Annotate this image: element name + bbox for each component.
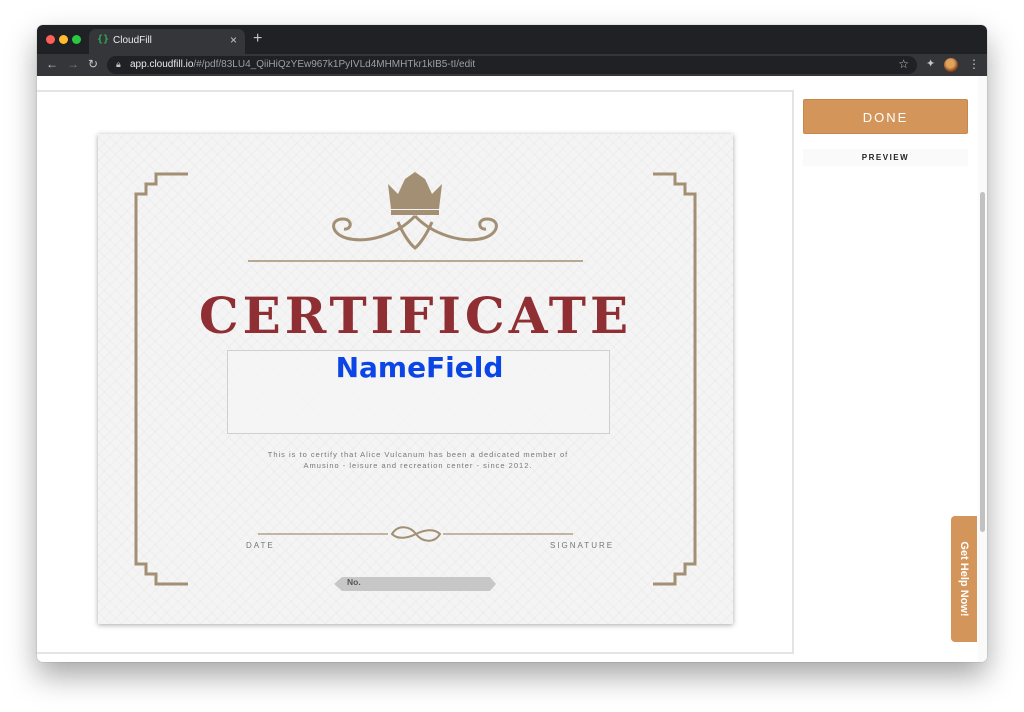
close-window-button[interactable] bbox=[46, 35, 55, 44]
page-content: CERTIFICATE NameField This is to certify… bbox=[37, 76, 987, 662]
body-line-2: Amusino - leisure and recreation center … bbox=[303, 461, 533, 470]
preview-button[interactable]: PREVIEW bbox=[803, 149, 968, 166]
minimize-window-button[interactable] bbox=[59, 35, 68, 44]
name-field-label: NameField bbox=[335, 351, 504, 384]
forward-arrow-icon[interactable]: → bbox=[67, 57, 79, 71]
extensions-icon[interactable]: ✦ bbox=[926, 57, 935, 70]
crown-icon bbox=[388, 172, 442, 215]
divider-flourish-icon bbox=[390, 526, 442, 542]
star-icon[interactable]: ☆ bbox=[898, 57, 909, 71]
signature-label: SIGNATURE bbox=[550, 541, 615, 550]
url-host: app.cloudfill.io bbox=[130, 59, 194, 70]
number-label: No. bbox=[347, 577, 361, 587]
back-arrow-icon[interactable]: ← bbox=[46, 57, 58, 71]
url-text[interactable]: app.cloudfill.io/#/pdf/83LU4_QiiHiQzYEw9… bbox=[130, 59, 475, 70]
tab-strip: {} CloudFill × + bbox=[37, 25, 987, 54]
tab-close-icon[interactable]: × bbox=[230, 33, 237, 47]
menu-icon[interactable]: ⋮ bbox=[968, 57, 980, 71]
scroll-flourish-icon bbox=[332, 214, 498, 250]
get-help-button[interactable]: Get Help Now! bbox=[951, 516, 977, 642]
body-line-1: This is to certify that Alice Vulcanum h… bbox=[267, 450, 569, 459]
url-path: /#/pdf/83LU4_QiiHiQzYEw967k1PyIVLd4MHMHT… bbox=[193, 59, 476, 70]
profile-avatar[interactable] bbox=[944, 58, 958, 72]
page-scrollbar[interactable] bbox=[978, 76, 987, 662]
maximize-window-button[interactable] bbox=[72, 35, 81, 44]
address-bar[interactable]: 🔒︎ app.cloudfill.io/#/pdf/83LU4_QiiHiQzY… bbox=[107, 56, 917, 74]
tab-title: CloudFill bbox=[113, 35, 152, 46]
certificate-page: CERTIFICATE NameField This is to certify… bbox=[98, 134, 733, 624]
new-tab-icon[interactable]: + bbox=[253, 30, 262, 48]
browser-tab[interactable]: {} CloudFill × bbox=[89, 29, 245, 54]
get-help-label: Get Help Now! bbox=[958, 541, 970, 617]
reload-icon[interactable]: ↻ bbox=[88, 57, 98, 71]
certificate-title: CERTIFICATE bbox=[198, 286, 633, 345]
certificate-body-text: This is to certify that Alice Vulcanum h… bbox=[238, 449, 598, 471]
date-label: DATE bbox=[246, 541, 275, 550]
lock-icon[interactable]: 🔒︎ bbox=[116, 59, 121, 70]
browser-toolbar: ← → ↻ 🔒︎ app.cloudfill.io/#/pdf/83LU4_Qi… bbox=[37, 54, 987, 76]
browser-window: {} CloudFill × + ← → ↻ 🔒︎ app.cloudfill.… bbox=[37, 25, 987, 662]
cloudfill-favicon-icon: {} bbox=[97, 34, 110, 45]
scrollbar-thumb[interactable] bbox=[980, 192, 985, 532]
done-button[interactable]: DONE bbox=[803, 99, 968, 134]
pdf-editor-area: CERTIFICATE NameField This is to certify… bbox=[37, 90, 794, 654]
name-field-box[interactable]: NameField bbox=[227, 350, 610, 434]
